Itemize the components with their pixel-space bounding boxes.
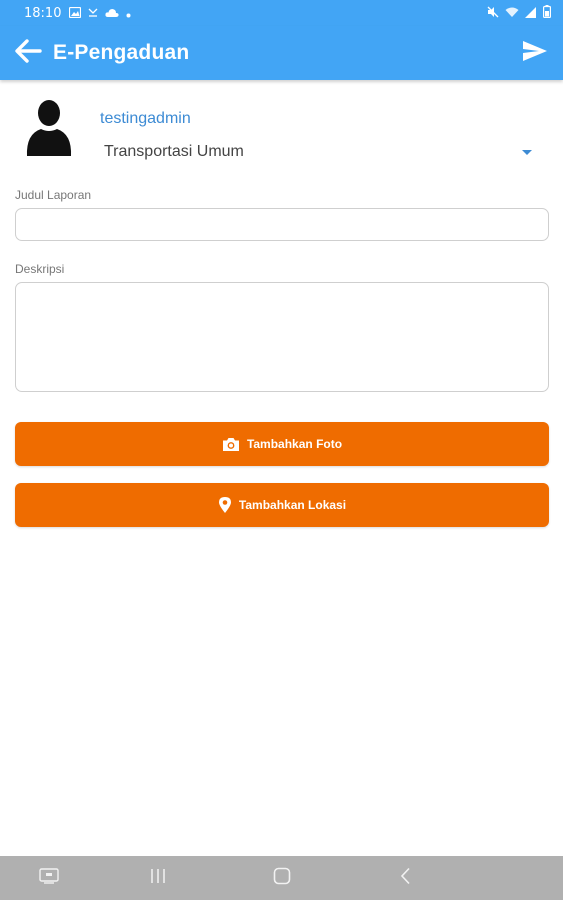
app-bar: E-Pengaduan xyxy=(0,26,563,80)
status-time: 18:10 xyxy=(24,5,62,21)
back-icon xyxy=(399,867,411,890)
keyboard-icon xyxy=(39,867,59,889)
battery-icon xyxy=(543,5,552,21)
recents-icon xyxy=(149,868,167,889)
add-location-button[interactable]: Tambahkan Lokasi xyxy=(15,483,549,527)
dot-icon xyxy=(126,6,131,21)
screen: 18:10 E-Pengaduan testingadmin Transport… xyxy=(0,0,563,900)
status-right-icons xyxy=(487,5,552,21)
image-icon xyxy=(69,6,82,21)
arrow-left-icon xyxy=(14,38,42,68)
wifi-icon xyxy=(505,6,519,21)
cloud-icon xyxy=(105,6,120,21)
page-title: E-Pengaduan xyxy=(53,41,190,64)
mute-icon xyxy=(487,6,499,21)
status-bar: 18:10 xyxy=(0,0,563,26)
status-left-icons xyxy=(69,6,131,21)
home-icon xyxy=(273,867,291,890)
back-button[interactable] xyxy=(13,38,43,68)
home-button[interactable] xyxy=(262,856,302,900)
recents-button[interactable] xyxy=(138,856,178,900)
add-location-label: Tambahkan Lokasi xyxy=(238,498,347,512)
category-selected-value: Transportasi Umum xyxy=(104,143,244,160)
system-nav-bar xyxy=(0,856,563,900)
add-photo-button[interactable]: Tambahkan Foto xyxy=(15,422,549,466)
nav-back-button[interactable] xyxy=(385,856,425,900)
signal-icon xyxy=(525,6,537,21)
map-pin-icon xyxy=(218,496,232,514)
send-button[interactable] xyxy=(521,39,549,67)
title-input[interactable] xyxy=(15,208,549,241)
description-input[interactable] xyxy=(15,282,549,392)
send-icon xyxy=(522,40,548,67)
missed-call-icon xyxy=(88,6,98,21)
title-label: Judul Laporan xyxy=(15,188,92,202)
person-icon xyxy=(25,98,73,158)
add-photo-label: Tambahkan Foto xyxy=(246,437,343,451)
camera-icon xyxy=(222,437,240,452)
user-header: testingadmin Transportasi Umum xyxy=(0,80,563,180)
keyboard-button[interactable] xyxy=(29,856,69,900)
username: testingadmin xyxy=(100,110,191,127)
description-label: Deskripsi xyxy=(15,262,65,276)
category-dropdown[interactable]: Transportasi Umum xyxy=(104,138,540,166)
dropdown-arrow-icon xyxy=(522,149,532,155)
